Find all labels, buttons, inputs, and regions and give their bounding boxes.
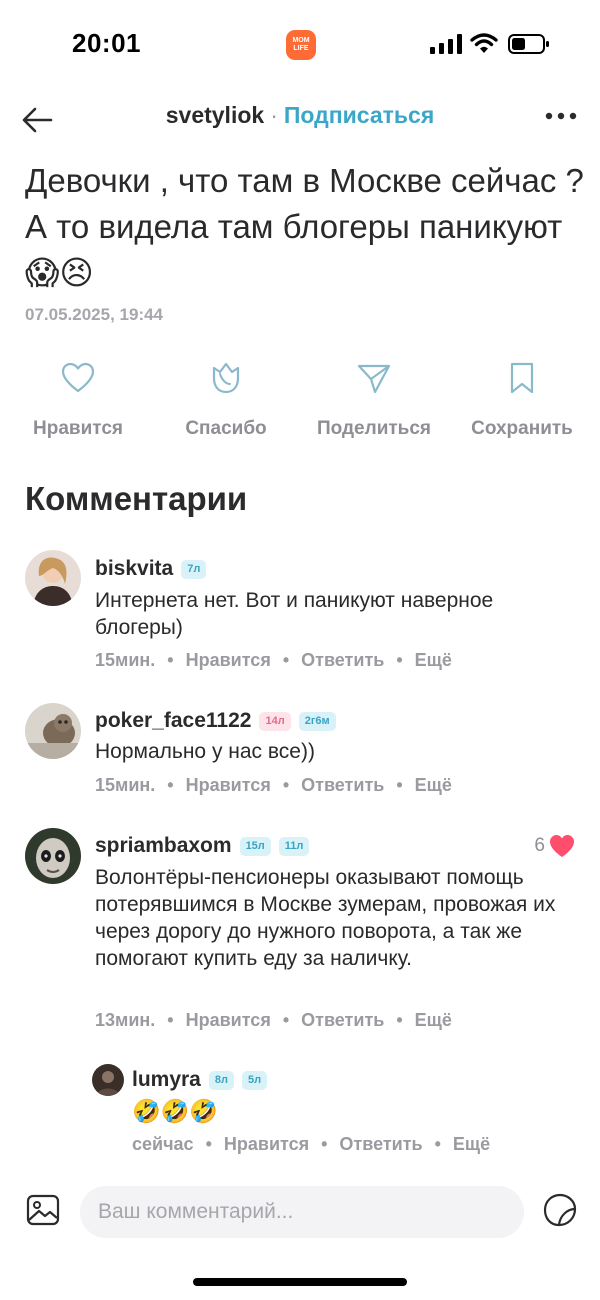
comment-header: poker_face1122 14л 2г6м	[95, 709, 336, 733]
bookmark-icon	[510, 362, 534, 394]
like-label: Нравится	[33, 418, 123, 439]
comment-more-button[interactable]: Ещё	[415, 775, 452, 795]
meta-separator: •	[167, 775, 174, 795]
comment-meta: 15мин. • Нравится • Ответить • Ещё	[95, 775, 452, 796]
save-label: Сохранить	[471, 418, 573, 439]
comment-meta: 13мин. • Нравится • Ответить • Ещё	[95, 1010, 452, 1031]
comment-header: lumyra 8л 5л	[132, 1068, 268, 1092]
comment-username[interactable]: lumyra	[132, 1068, 201, 1092]
subscribe-button[interactable]: Подписаться	[284, 102, 434, 128]
comment-input[interactable]	[80, 1186, 524, 1238]
comment-reply-button[interactable]: Ответить	[301, 1010, 384, 1030]
heart-filled-icon	[550, 835, 574, 857]
meta-separator: •	[396, 775, 403, 795]
meta-separator: •	[396, 1010, 403, 1030]
share-action[interactable]: Поделиться	[309, 360, 439, 440]
share-label: Поделиться	[316, 418, 432, 439]
child-age-badge: 8л	[208, 1070, 234, 1090]
comment-reply-button[interactable]: Ответить	[301, 650, 384, 670]
comment-like-count: 6	[534, 835, 545, 856]
comments-heading: Комментарии	[25, 480, 248, 517]
avatar[interactable]	[92, 1064, 124, 1096]
comment-text: Волонтёры-пенсионеры оказывают помощь по…	[95, 866, 556, 970]
image-attach-icon[interactable]	[25, 1192, 61, 1228]
post-actions: Нравится Спасибо Поделиться Сохранить	[0, 360, 600, 450]
comment-reply-button[interactable]: Ответить	[301, 775, 384, 795]
child-age-badge: 11л	[278, 836, 310, 856]
avatar[interactable]	[25, 550, 81, 606]
home-indicator	[193, 1278, 407, 1286]
post-header: svetyliok · Подписаться	[0, 90, 600, 150]
comment-meta: сейчас • Нравится • Ответить • Ещё	[132, 1134, 490, 1155]
meta-separator: •	[167, 1010, 174, 1030]
child-age-badge: 7л	[181, 559, 207, 579]
comment-text: 🤣🤣🤣	[132, 1098, 218, 1124]
comment-reply-button[interactable]: Ответить	[339, 1134, 422, 1154]
app-badge-icon: MOM LIFE	[286, 30, 316, 60]
comment-time: 15мин.	[95, 775, 156, 795]
avatar[interactable]	[25, 828, 81, 884]
comment-meta: 15мин. • Нравится • Ответить • Ещё	[95, 650, 452, 671]
more-options-icon[interactable]	[544, 104, 578, 128]
like-action[interactable]: Нравится	[13, 360, 143, 440]
comment-text: Нормально у нас все))	[95, 740, 315, 763]
comment-header: spriambaxom 15л 11л	[95, 834, 310, 858]
status-time: 20:01	[72, 28, 141, 58]
battery-icon	[508, 34, 549, 54]
child-age-badge: 14л	[259, 711, 291, 731]
comment-more-button[interactable]: Ещё	[453, 1134, 490, 1154]
meta-separator: •	[321, 1134, 328, 1154]
meta-separator: •	[282, 650, 290, 670]
author-name[interactable]: svetyliok	[166, 102, 264, 128]
thanks-label: Спасибо	[185, 418, 267, 439]
comment-text: Интернета нет. Вот и паникуют наверное б…	[95, 589, 494, 639]
share-icon	[357, 364, 391, 394]
post-text: Девочки , что там в Москве сейчас ? А то…	[25, 162, 584, 291]
child-age-badge: 15л	[239, 836, 271, 856]
child-age-badge: 2г6м	[298, 711, 336, 731]
meta-separator: •	[282, 775, 290, 795]
meta-separator: •	[396, 650, 403, 670]
post-date: 07.05.2025, 19:44	[25, 305, 164, 324]
meta-separator: •	[167, 650, 174, 670]
wifi-icon	[470, 33, 498, 53]
signal-icon	[430, 34, 462, 54]
heart-outline-icon	[61, 362, 95, 393]
avatar[interactable]	[25, 703, 81, 759]
header-center: svetyliok · Подписаться	[0, 102, 600, 129]
meta-separator: •	[282, 1010, 290, 1030]
comment-time: 15мин.	[95, 650, 156, 670]
comment-like-button[interactable]: Нравится	[186, 650, 271, 670]
save-action[interactable]: Сохранить	[457, 360, 587, 440]
thanks-action[interactable]: Спасибо	[161, 360, 291, 440]
comment-like-button[interactable]: Нравится	[186, 775, 271, 795]
meta-separator: •	[205, 1134, 212, 1154]
comment-like-button[interactable]: Нравится	[186, 1010, 271, 1030]
tulip-icon	[212, 362, 240, 394]
comment-more-button[interactable]: Ещё	[415, 650, 452, 670]
comment-time: сейчас	[132, 1134, 194, 1154]
comment-header: biskvita 7л	[95, 557, 207, 581]
comment-time: 13мин.	[95, 1010, 156, 1030]
comment-username[interactable]: spriambaxom	[95, 834, 232, 858]
comment-more-button[interactable]: Ещё	[415, 1010, 452, 1030]
comment-like-button[interactable]: Нравится	[224, 1134, 309, 1154]
child-age-badge: 5л	[241, 1070, 268, 1090]
comment-likes[interactable]: 6	[534, 834, 575, 858]
header-separator: ·	[270, 102, 278, 128]
status-bar: 20:01 MOM LIFE	[0, 0, 600, 90]
meta-separator: •	[434, 1134, 441, 1154]
sticker-icon[interactable]	[542, 1192, 578, 1228]
comment-username[interactable]: biskvita	[95, 557, 173, 581]
comment-username[interactable]: poker_face1122	[95, 709, 251, 733]
comment-input-bar	[0, 1180, 600, 1250]
app-badge-text: MOM LIFE	[292, 37, 310, 52]
